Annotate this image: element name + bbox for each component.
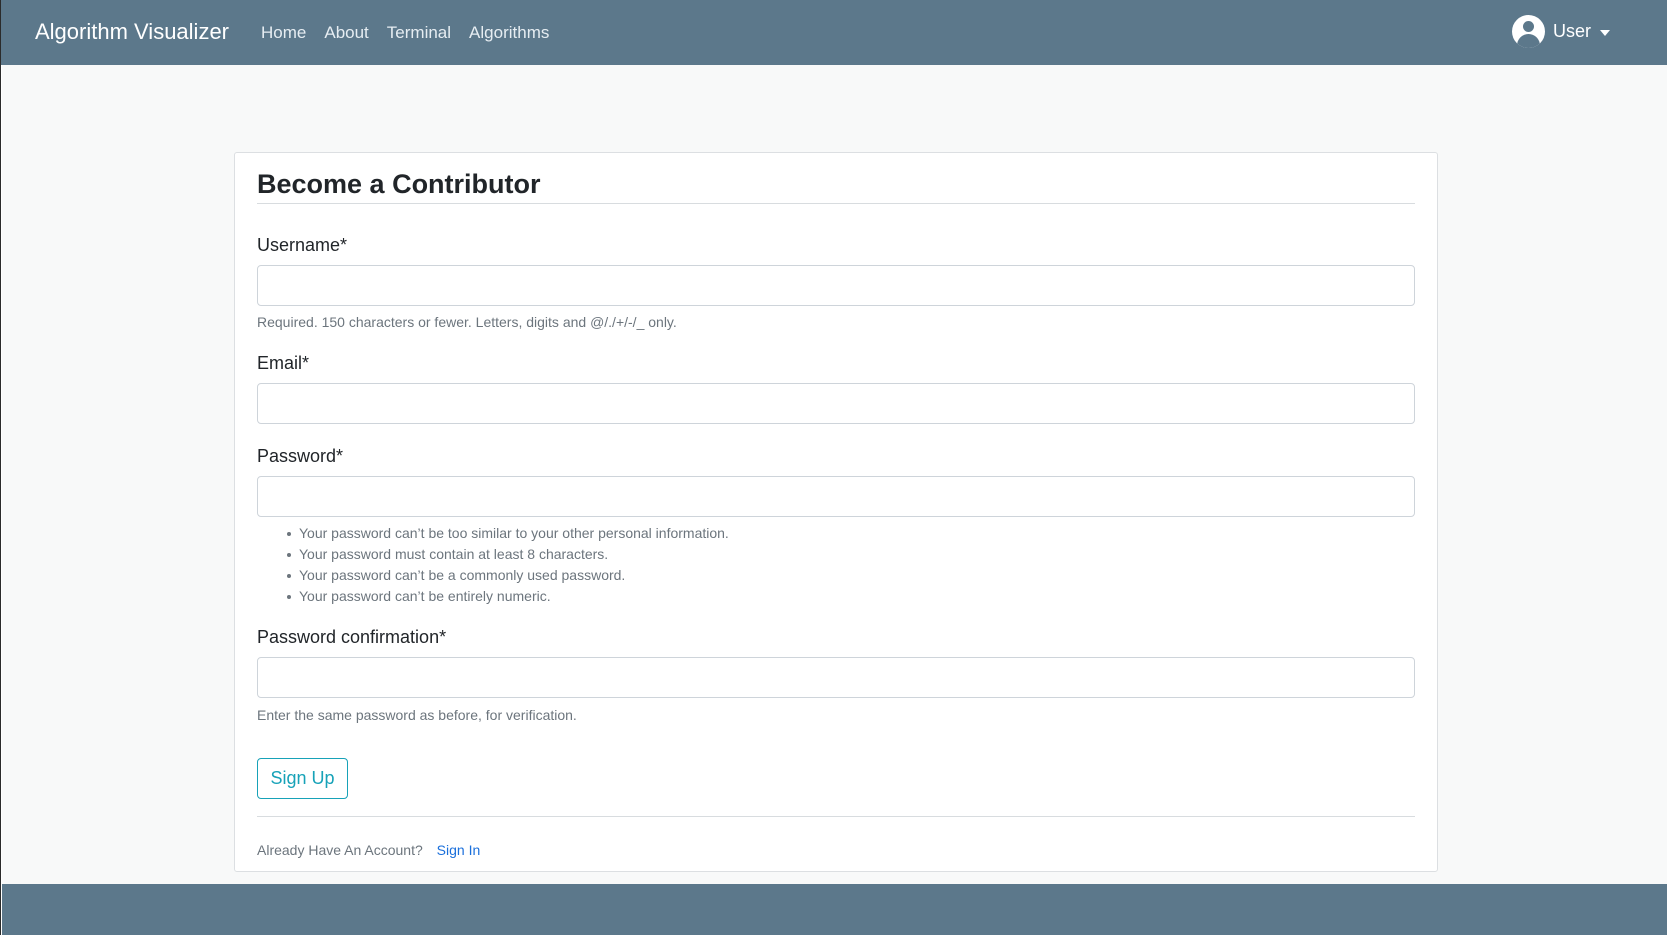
password-rule: Your password can’t be too similar to yo… — [287, 523, 729, 544]
password-input[interactable] — [257, 476, 1415, 517]
app-window: Algorithm Visualizer Home About Terminal… — [0, 0, 1667, 935]
top-navbar: Algorithm Visualizer Home About Terminal… — [1, 0, 1667, 65]
page-footer — [2, 884, 1667, 935]
chevron-down-icon — [1600, 29, 1611, 36]
password-rule: Your password can’t be entirely numeric. — [287, 586, 729, 607]
user-dropdown-toggle[interactable]: User — [1512, 15, 1611, 48]
email-label: Email* — [257, 353, 310, 373]
email-input[interactable] — [257, 383, 1415, 424]
username-input[interactable] — [257, 265, 1415, 306]
title-divider — [257, 203, 1415, 204]
password-rules-list: Your password can’t be too similar to yo… — [287, 523, 729, 607]
user-label: User — [1553, 21, 1592, 41]
password-rule: Your password can’t be a commonly used p… — [287, 565, 729, 586]
nav-link-home[interactable]: Home — [261, 22, 306, 44]
sign-in-link[interactable]: Sign In — [437, 842, 481, 858]
nav-links: Home About Terminal Algorithms — [261, 22, 549, 44]
main-content: Become a Contributor Username* Required.… — [2, 65, 1667, 884]
page-title: Become a Contributor — [257, 169, 541, 199]
password-confirmation-input[interactable] — [257, 657, 1415, 698]
nav-link-terminal[interactable]: Terminal — [387, 22, 451, 44]
username-help: Required. 150 characters or fewer. Lette… — [257, 314, 677, 330]
password-rule: Your password must contain at least 8 ch… — [287, 544, 729, 565]
nav-link-about[interactable]: About — [324, 22, 368, 44]
brand-logo[interactable]: Algorithm Visualizer — [35, 18, 229, 46]
username-label: Username* — [257, 235, 348, 255]
form-divider — [257, 816, 1415, 817]
password-confirmation-help: Enter the same password as before, for v… — [257, 707, 577, 723]
password-label: Password* — [257, 446, 344, 466]
password-confirmation-label: Password confirmation* — [257, 627, 447, 647]
nav-link-algorithms[interactable]: Algorithms — [469, 22, 549, 44]
account-prompt-text: Already Have An Account? — [257, 842, 423, 858]
account-prompt-row: Already Have An Account? Sign In — [257, 841, 480, 859]
user-avatar-icon — [1512, 15, 1545, 48]
signup-card: Become a Contributor Username* Required.… — [234, 152, 1438, 872]
sign-up-button[interactable]: Sign Up — [257, 758, 348, 799]
